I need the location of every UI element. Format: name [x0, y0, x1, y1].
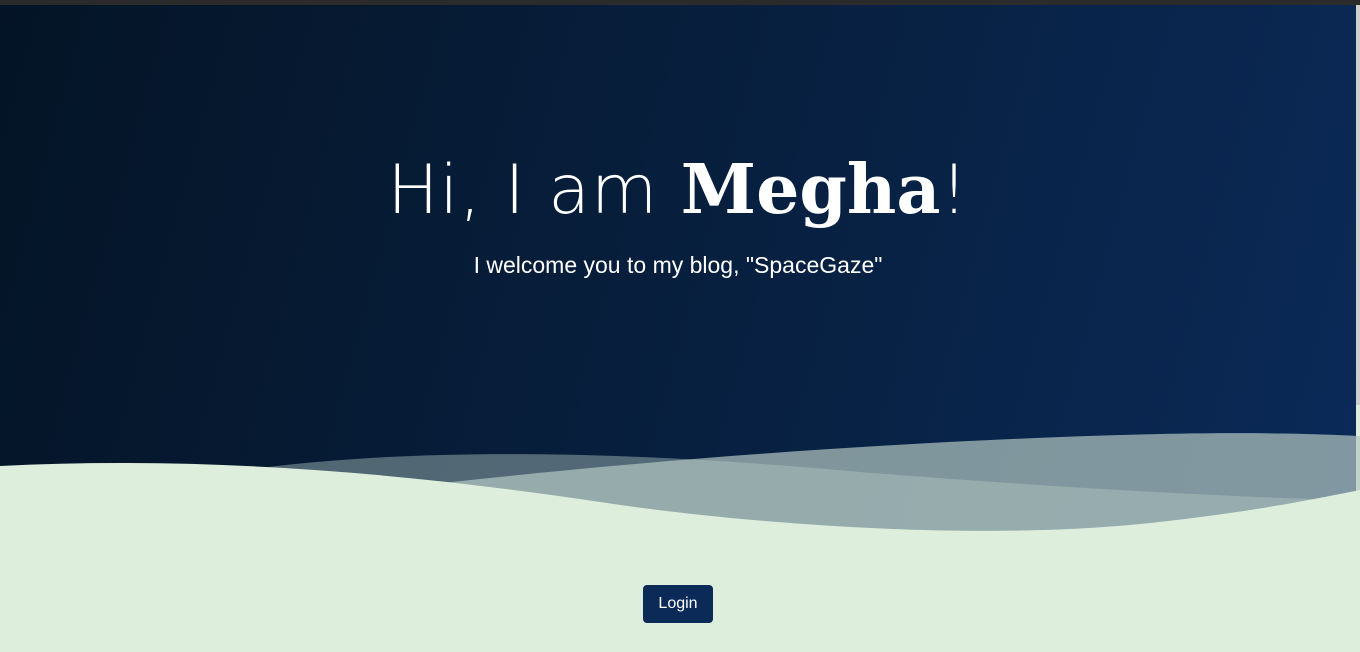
hero-headline: Hi, I am Megha!: [0, 156, 1356, 225]
scrollbar[interactable]: [1356, 5, 1360, 405]
author-name: Megha: [680, 149, 941, 230]
hero-subtitle: I welcome you to my blog, "SpaceGaze": [473, 252, 883, 278]
headline-exclamation: !: [940, 150, 969, 230]
window-top-strip: [0, 0, 1360, 5]
wave-decoration: [0, 433, 1360, 560]
greeting-text: Hi, I am: [387, 150, 681, 230]
login-button[interactable]: Login: [643, 585, 713, 623]
page: Hi, I am Megha! I welcome you to my blog…: [0, 0, 1360, 652]
